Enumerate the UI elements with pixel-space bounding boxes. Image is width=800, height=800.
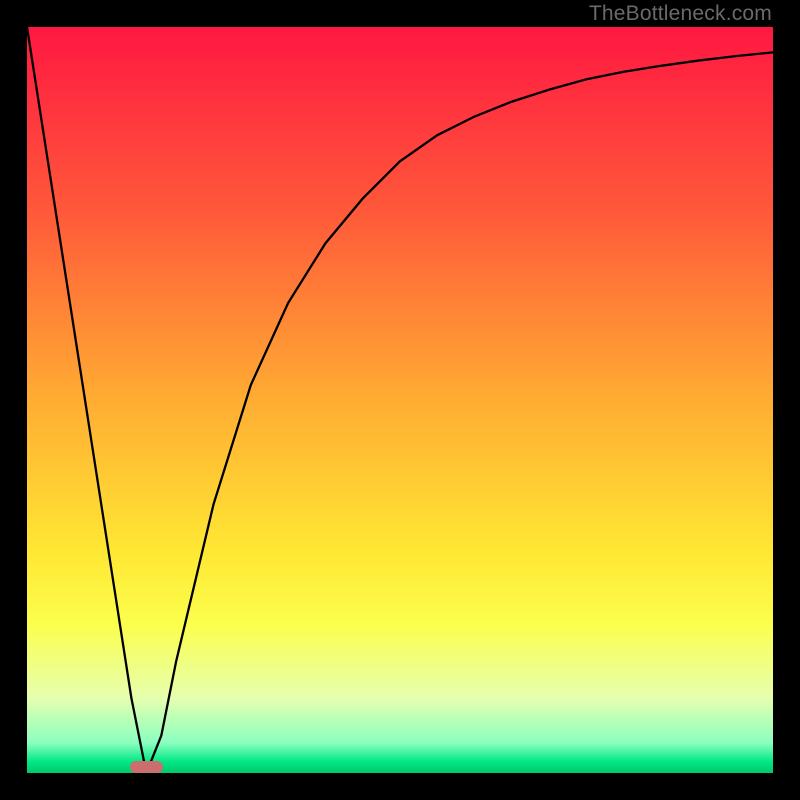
plot-area bbox=[27, 27, 773, 773]
watermark-text: TheBottleneck.com bbox=[589, 2, 772, 26]
curve-svg bbox=[27, 27, 773, 773]
bottleneck-curve-path bbox=[27, 27, 773, 773]
chart-frame: TheBottleneck.com bbox=[0, 0, 800, 800]
optimal-point-marker bbox=[130, 761, 164, 773]
